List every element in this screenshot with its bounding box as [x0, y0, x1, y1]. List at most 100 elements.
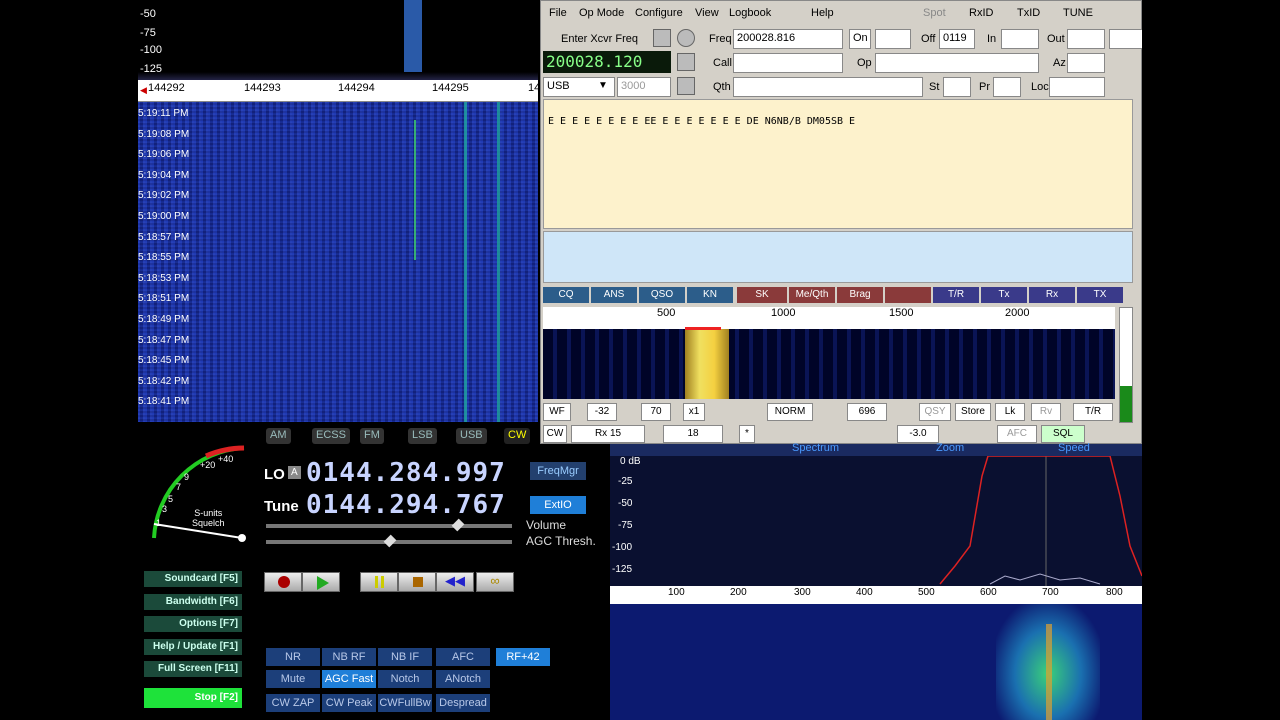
menu-logbook[interactable]: Logbook — [729, 7, 771, 19]
extio-button[interactable]: ExtIO — [530, 496, 586, 514]
zoom-button[interactable]: x1 — [683, 403, 705, 421]
bandwidth-button[interactable]: Bandwidth [F6] — [144, 594, 242, 610]
wf-range-field[interactable]: 70 — [641, 403, 671, 421]
wf-ref-field[interactable]: -32 — [587, 403, 617, 421]
bandwidth-select[interactable]: 3000 — [617, 77, 671, 97]
anotch-button[interactable]: ANotch — [436, 670, 490, 688]
mode-lsb-button[interactable]: LSB — [408, 428, 437, 444]
az-field[interactable] — [1067, 53, 1105, 73]
menu-file[interactable]: File — [549, 7, 567, 19]
notch-button[interactable]: Notch — [378, 670, 432, 688]
save-icon[interactable] — [677, 77, 695, 95]
in-field[interactable] — [1001, 29, 1039, 49]
macro-qso[interactable]: QSO — [639, 287, 685, 303]
soundcard-button[interactable]: Soundcard [F5] — [144, 571, 242, 587]
store-button[interactable]: Store — [955, 403, 991, 421]
cw-peak-button[interactable]: CW Peak — [322, 694, 376, 712]
freqmgr-button[interactable]: FreqMgr — [530, 462, 586, 480]
tune-toggle[interactable]: TUNE — [1063, 7, 1093, 19]
rx-text-area[interactable]: E E E E E E E E EE E E E E E E E DE N6NB… — [543, 99, 1133, 229]
mute-button[interactable]: Mute — [266, 670, 320, 688]
lock-toggle[interactable]: Lk — [995, 403, 1025, 421]
macro-kn[interactable]: KN — [687, 287, 733, 303]
pr-field[interactable] — [993, 77, 1021, 97]
record-button[interactable] — [264, 572, 302, 592]
tune-frequency[interactable]: 0144.294.767 — [306, 490, 506, 520]
options-button[interactable]: Options [F7] — [144, 616, 242, 632]
macro-tx-alt[interactable]: TX — [1077, 287, 1123, 303]
macro-rx[interactable]: Rx — [1029, 287, 1075, 303]
afc-button[interactable]: AFC — [436, 648, 490, 666]
on-button[interactable]: On — [849, 29, 871, 49]
mode-ecss-button[interactable]: ECSS — [312, 428, 350, 444]
frequency-ruler[interactable]: ◀ 144292 144293 144294 144295 14 — [138, 80, 540, 102]
freq-field[interactable]: 200028.816 — [733, 29, 843, 49]
status-value[interactable]: 18 — [663, 425, 723, 443]
reverse-toggle[interactable]: Rv — [1031, 403, 1061, 421]
globe-icon[interactable] — [677, 29, 695, 47]
macro-ans[interactable]: ANS — [591, 287, 637, 303]
norm-button[interactable]: NORM — [767, 403, 813, 421]
volume-slider[interactable] — [266, 518, 512, 532]
squelch-level[interactable]: -3.0 — [897, 425, 939, 443]
chevron-down-icon[interactable]: ▼ — [593, 77, 613, 97]
rxid-toggle[interactable]: RxID — [969, 7, 993, 19]
mode-am-button[interactable]: AM — [266, 428, 291, 444]
sql-toggle[interactable]: SQL — [1041, 425, 1085, 443]
waterfall[interactable]: 5:19:11 PM 5:19:08 PM 5:19:06 PM 5:19:04 PM… — [138, 102, 538, 422]
on-field[interactable] — [875, 29, 911, 49]
cw-zap-button[interactable]: CW ZAP — [266, 694, 320, 712]
out-field[interactable] — [1067, 29, 1105, 49]
macro-tr[interactable]: T/R — [933, 287, 979, 303]
macro-tx[interactable]: Tx — [981, 287, 1027, 303]
macro-brag[interactable]: Brag — [837, 287, 883, 303]
rf-gain-button[interactable]: RF+42 — [496, 648, 550, 666]
stop-button[interactable]: Stop [F2] — [144, 688, 242, 708]
audio-spectrum[interactable]: 0 dB -25 -50 -75 -100 -125 — [610, 456, 1142, 586]
despread-button[interactable]: Despread — [436, 694, 490, 712]
speed-label[interactable]: Speed — [1058, 442, 1090, 454]
menu-help[interactable]: Help — [811, 7, 834, 19]
slider-thumb[interactable] — [451, 518, 465, 532]
pen-icon[interactable] — [677, 53, 695, 71]
tx-text-area[interactable] — [543, 231, 1133, 283]
qsy-button[interactable]: QSY — [919, 403, 951, 421]
afc-toggle[interactable]: AFC — [997, 425, 1037, 443]
stop-transport-button[interactable] — [398, 572, 436, 592]
nb-rf-button[interactable]: NB RF — [322, 648, 376, 666]
pause-button[interactable] — [360, 572, 398, 592]
extra-field[interactable] — [1109, 29, 1143, 49]
fldigi-waterfall[interactable]: 500 1000 1500 2000 — [543, 307, 1115, 399]
mode-usb-button[interactable]: USB — [456, 428, 487, 444]
loc-field[interactable] — [1049, 77, 1105, 97]
st-field[interactable] — [943, 77, 971, 97]
qth-field[interactable] — [733, 77, 923, 97]
macro-blank[interactable] — [885, 287, 931, 303]
call-field[interactable] — [733, 53, 843, 73]
off-field[interactable]: 0119 — [939, 29, 975, 49]
audio-waterfall[interactable] — [610, 604, 1142, 720]
spectrum-display[interactable]: -50 -75 -100 -125 — [138, 0, 538, 80]
help-update-button[interactable]: Help / Update [F1] — [144, 639, 242, 655]
lo-a-button[interactable]: A — [288, 466, 301, 479]
spectrum-label[interactable]: Spectrum — [792, 442, 839, 454]
mode-fm-button[interactable]: FM — [360, 428, 384, 444]
agc-slider[interactable] — [266, 534, 512, 548]
tr-toggle[interactable]: T/R — [1073, 403, 1113, 421]
rewind-icon[interactable]: ◀◀ — [436, 572, 474, 592]
cw-fullbw-button[interactable]: CWFullBw — [378, 694, 432, 712]
agc-fast-button[interactable]: AGC Fast — [322, 670, 376, 688]
loop-icon[interactable]: ∞ — [476, 572, 514, 592]
nb-if-button[interactable]: NB IF — [378, 648, 432, 666]
xcvr-list-icon[interactable] — [653, 29, 671, 47]
zoom-label[interactable]: Zoom — [936, 442, 964, 454]
txid-toggle[interactable]: TxID — [1017, 7, 1040, 19]
op-field[interactable] — [875, 53, 1039, 73]
spot-toggle[interactable]: Spot — [923, 7, 946, 19]
lo-frequency[interactable]: 0144.284.997 — [306, 458, 506, 488]
wf-button[interactable]: WF — [543, 403, 571, 421]
play-button[interactable] — [302, 572, 340, 592]
macro-sk[interactable]: SK — [737, 287, 787, 303]
nr-button[interactable]: NR — [266, 648, 320, 666]
mode-cw-button[interactable]: CW — [504, 428, 531, 444]
